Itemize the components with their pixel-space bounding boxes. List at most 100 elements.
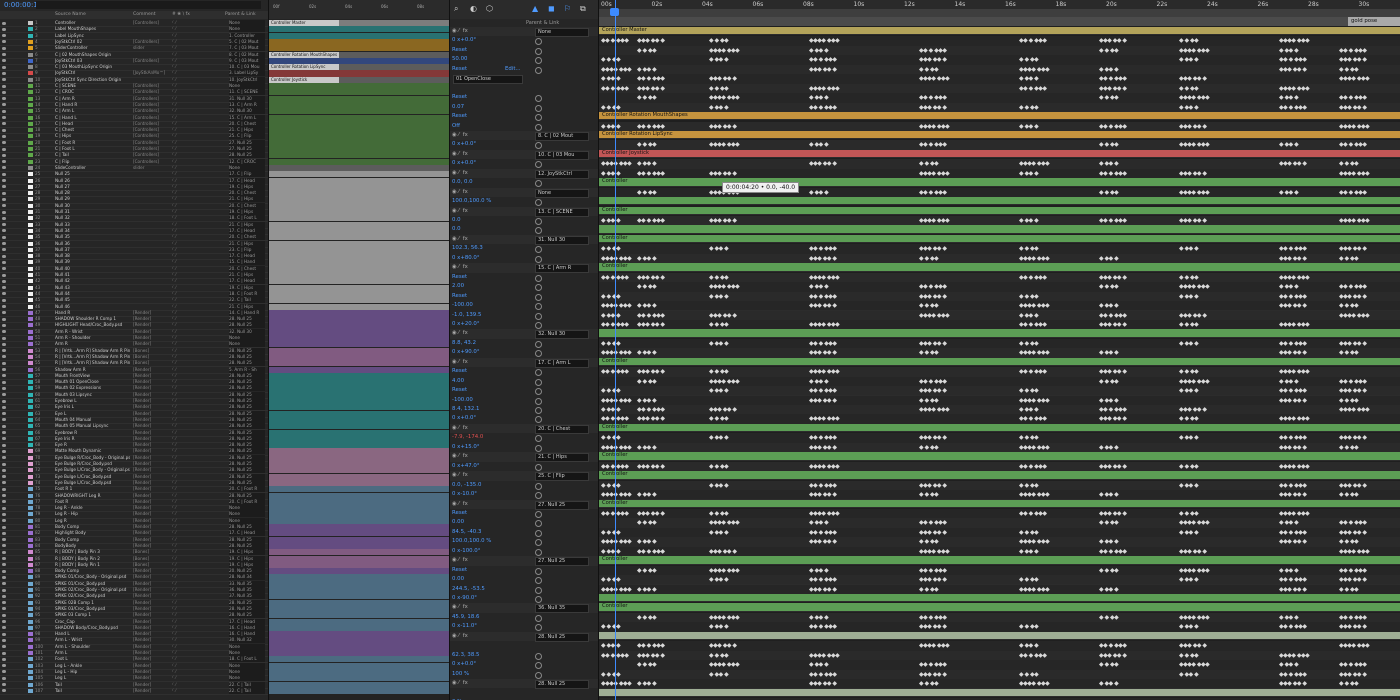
visibility-eye-icon[interactable]: [2, 229, 6, 233]
keyframe-group[interactable]: ◆ ◆ ◆◆: [709, 320, 729, 329]
label-color-swatch[interactable]: [28, 606, 33, 611]
visibility-eye-icon[interactable]: [2, 141, 6, 145]
keyframe-group[interactable]: ◆ ◆◆ ◆: [1019, 74, 1039, 83]
parent-dropdown[interactable]: None: [229, 668, 265, 675]
property-value[interactable]: 84.5, -40.3: [452, 528, 481, 537]
keyframe-group[interactable]: ◆ ◆ ◆◆: [1019, 481, 1039, 490]
keyframe-group[interactable]: ◆◆ ◆ ◆◆◆: [919, 613, 947, 622]
label-color-swatch[interactable]: [28, 102, 33, 107]
expression-pickwhip-icon[interactable]: [535, 66, 542, 74]
visibility-eye-icon[interactable]: [2, 46, 6, 50]
label-color-swatch[interactable]: [28, 487, 33, 492]
parent-dropdown[interactable]: 28. Null 25: [229, 473, 265, 480]
mini-layer-bar[interactable]: [269, 158, 450, 165]
layer-switches[interactable]: ⁄ ⁄: [172, 316, 194, 322]
keyframe-group[interactable]: ◆ ◆ ◆◆: [919, 443, 939, 452]
visibility-eye-icon[interactable]: [2, 109, 6, 113]
layer-name[interactable]: SPIKE 02/Croc_Body.psd: [55, 593, 130, 599]
keyframe-group[interactable]: ◆◆◆ ◆◆ ◆: [809, 585, 837, 594]
label-color-swatch[interactable]: [28, 291, 33, 296]
visibility-eye-icon[interactable]: [2, 21, 6, 25]
layer-name[interactable]: Null 34: [55, 228, 130, 234]
parent-dropdown[interactable]: 33. Null 35: [229, 580, 265, 587]
keyframe-group[interactable]: ◆◆ ◆ ◆◆◆: [1099, 547, 1127, 556]
keyframe-group[interactable]: ◆ ◆ ◆◆: [1019, 55, 1039, 64]
visibility-eye-icon[interactable]: [2, 311, 6, 315]
visibility-eye-icon[interactable]: [2, 153, 6, 157]
layer-switch-icons[interactable]: ◉ ⁄ fx: [452, 27, 468, 36]
keyframe-group[interactable]: ◆◆◆◆ ◆◆◆: [919, 311, 950, 320]
visibility-eye-icon[interactable]: [2, 374, 6, 378]
layer-switches[interactable]: ⁄ ⁄: [172, 77, 194, 83]
keyframe-group[interactable]: ◆◆◆◆ ◆◆◆: [1019, 490, 1050, 499]
visibility-eye-icon[interactable]: [2, 468, 6, 472]
keyframe-group[interactable]: ◆◆◆ ◆◆ ◆: [1279, 396, 1307, 405]
keyframe-group[interactable]: ◆◆◆◆ ◆◆◆: [1279, 509, 1310, 518]
visibility-eye-icon[interactable]: [2, 273, 6, 277]
keyframe-group[interactable]: ◆◆◆◆ ◆◆◆: [1339, 122, 1370, 131]
label-color-swatch[interactable]: [28, 71, 33, 76]
keyframe-group[interactable]: ◆◆◆◆ ◆◆◆: [1279, 273, 1310, 282]
mini-layer-bar[interactable]: [269, 536, 450, 543]
expression-pickwhip-icon[interactable]: [535, 624, 542, 632]
keyframe-group[interactable]: ◆ ◆ ◆◆: [1099, 613, 1119, 622]
keyframe-group[interactable]: ◆ ◆ ◆◆: [1019, 103, 1039, 112]
layer-switches[interactable]: ⁄ ⁄: [172, 392, 194, 398]
keyframe-group[interactable]: ◆◆◆◆ ◆◆◆: [1019, 679, 1050, 688]
parent-dropdown[interactable]: 5. C | 02 Mout: [229, 38, 265, 45]
property-value[interactable]: 50.00: [452, 55, 467, 64]
layer-name[interactable]: Null 43: [55, 285, 130, 291]
layer-duration-bar[interactable]: Controller: [599, 603, 1400, 612]
parent-dropdown[interactable]: 28. Null 25: [229, 353, 265, 360]
layer-switches[interactable]: ⁄ ⁄: [172, 404, 194, 410]
keyframe-group[interactable]: ◆◆◆ ◆◆ ◆: [1179, 216, 1207, 225]
keyframe-group[interactable]: ◆ ◆◆ ◆: [1179, 103, 1199, 112]
layer-switches[interactable]: ⁄ ⁄: [172, 568, 194, 574]
expression-pickwhip-icon[interactable]: [535, 407, 542, 414]
keyframe-group[interactable]: ◆◆◆ ◆◆ ◆: [809, 490, 837, 499]
layer-switch-icons[interactable]: ◉ ⁄ fx: [452, 358, 468, 367]
keyframe-group[interactable]: ◆ ◆◆ ◆: [709, 339, 729, 348]
mini-layer-bar[interactable]: [269, 505, 450, 512]
label-color-swatch[interactable]: [28, 638, 33, 643]
visibility-eye-icon[interactable]: [2, 191, 6, 195]
keyframe-group[interactable]: ◆ ◆◆ ◆: [809, 93, 829, 102]
property-value[interactable]: 0.00: [452, 575, 464, 584]
visibility-eye-icon[interactable]: [2, 626, 6, 630]
keyframe-group[interactable]: ◆ ◆ ◆◆: [601, 670, 621, 679]
keyframe-group[interactable]: ◆◆ ◆ ◆◆◆: [919, 46, 947, 55]
keyframe-group[interactable]: ◆ ◆◆ ◆: [1279, 282, 1299, 291]
mini-layer-bar[interactable]: [269, 209, 450, 216]
layer-switches[interactable]: ⁄ ⁄: [172, 108, 194, 114]
parent-dropdown[interactable]: None: [229, 643, 265, 650]
mini-layer-bar[interactable]: [269, 656, 450, 663]
keyframe-group[interactable]: ◆ ◆ ◆◆: [919, 490, 939, 499]
label-color-swatch[interactable]: [28, 455, 33, 460]
expression-pickwhip-icon[interactable]: [535, 123, 542, 131]
parent-dropdown[interactable]: 21. C | Hips: [229, 303, 265, 310]
layer-name[interactable]: Mouth 04 Manual: [55, 417, 130, 423]
keyframe-group[interactable]: ◆ ◆◆ ◆: [637, 396, 657, 405]
keyframe-group[interactable]: ◆ ◆◆ ◆: [809, 46, 829, 55]
keyframe-group[interactable]: ◆ ◆ ◆◆: [1019, 386, 1039, 395]
mini-layer-bar[interactable]: [269, 196, 450, 203]
expression-pickwhip-icon[interactable]: [535, 312, 542, 320]
keyframe-group[interactable]: ◆ ◆ ◆◆: [601, 528, 621, 537]
label-color-swatch[interactable]: [28, 210, 33, 214]
visibility-eye-icon[interactable]: [2, 613, 6, 617]
mini-layer-bar[interactable]: [269, 429, 450, 436]
parent-dropdown[interactable]: 28. Null 25: [229, 416, 265, 423]
keyframe-group[interactable]: ◆ ◆ ◆◆: [1179, 367, 1199, 376]
parent-dropdown[interactable]: 28. Null 25: [229, 372, 265, 379]
parent-dropdown[interactable]: 20. Null 25: [229, 568, 265, 575]
keyframe-group[interactable]: ◆ ◆ ◆◆: [1019, 622, 1039, 631]
expression-pickwhip-icon[interactable]: [535, 57, 542, 65]
label-color-swatch[interactable]: [28, 380, 33, 385]
layer-name[interactable]: C | Flip: [55, 159, 130, 165]
parent-dropdown[interactable]: 28. Null 25: [229, 448, 265, 455]
keyframe-group[interactable]: ◆ ◆ ◆◆: [637, 566, 657, 575]
layer-switches[interactable]: ⁄ ⁄: [172, 631, 194, 637]
keyframe-group[interactable]: ◆ ◆◆ ◆: [1179, 55, 1199, 64]
keyframe-group[interactable]: ◆◆◆ ◆◆ ◆: [1339, 622, 1367, 631]
property-value[interactable]: 102.3, 56.3: [452, 244, 483, 253]
